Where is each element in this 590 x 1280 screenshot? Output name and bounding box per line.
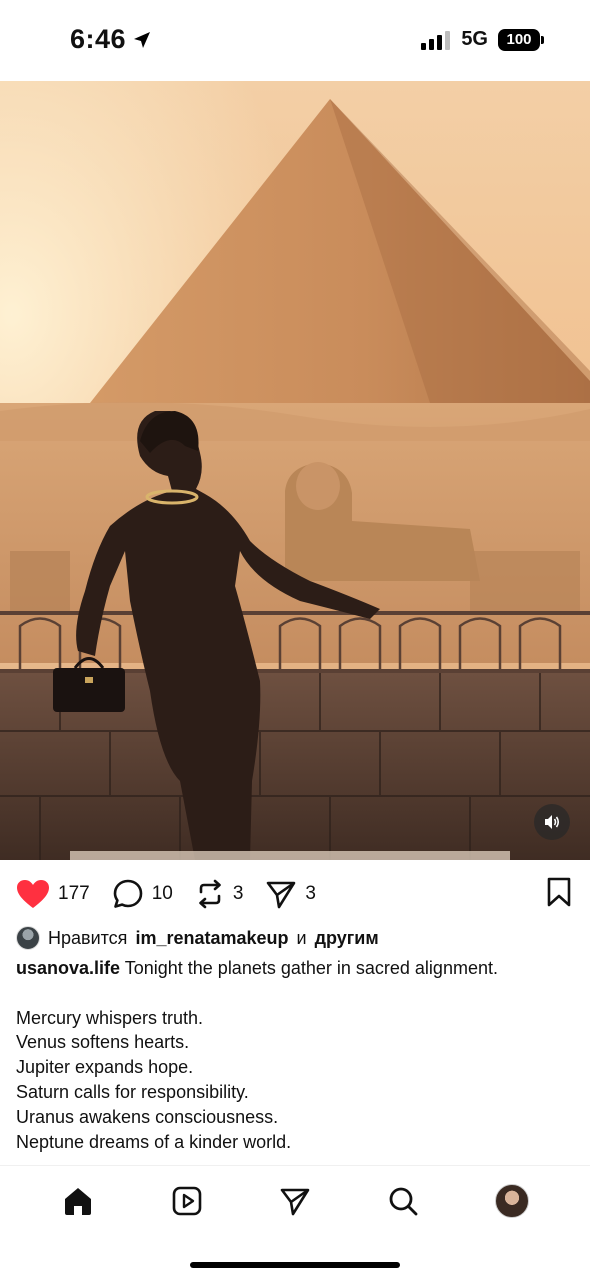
home-icon bbox=[65, 1187, 92, 1215]
status-time: 6:46 bbox=[70, 24, 152, 55]
like-button[interactable]: 177 bbox=[16, 879, 90, 909]
location-arrow-icon bbox=[134, 31, 151, 48]
profile-avatar bbox=[494, 1183, 529, 1218]
nav-direct[interactable] bbox=[273, 1179, 317, 1223]
caption-line: Neptune dreams of a kinder world. bbox=[16, 1131, 292, 1152]
caption-line: Jupiter expands hope. bbox=[16, 1057, 194, 1078]
caption-line: Mercury whispers truth. bbox=[16, 1007, 204, 1028]
likes-count: 177 bbox=[58, 883, 90, 904]
liker-username[interactable]: im_renatamakeup bbox=[135, 928, 288, 949]
send-icon bbox=[267, 881, 296, 909]
liked-by-others[interactable]: другим bbox=[315, 928, 379, 949]
search-icon bbox=[389, 1187, 418, 1215]
sound-icon bbox=[545, 815, 560, 829]
shares-count: 3 bbox=[305, 883, 316, 904]
post-actions: 177 10 3 3 bbox=[16, 876, 572, 912]
post-media[interactable] bbox=[0, 81, 590, 860]
direct-icon bbox=[280, 1188, 310, 1215]
nav-search[interactable] bbox=[381, 1179, 425, 1223]
nav-reels[interactable] bbox=[165, 1179, 209, 1223]
bookmark-icon bbox=[547, 877, 571, 906]
network-type: 5G bbox=[461, 28, 488, 50]
caption-text-first: Tonight the planets gather in sacred ali… bbox=[124, 958, 498, 978]
comment-button[interactable]: 10 bbox=[112, 878, 173, 910]
nav-home[interactable] bbox=[56, 1179, 100, 1223]
caption-first-line: usanova.life Tonight the planets gather … bbox=[16, 956, 574, 981]
save-button[interactable] bbox=[546, 877, 572, 912]
heart-filled-icon bbox=[17, 880, 49, 908]
time-text: 6:46 bbox=[70, 24, 127, 54]
nav-profile[interactable] bbox=[490, 1179, 534, 1223]
liked-by-prefix: Нравится bbox=[48, 927, 128, 948]
cellular-signal-icon bbox=[421, 30, 451, 50]
share-button[interactable]: 3 bbox=[265, 878, 316, 910]
comment-icon bbox=[113, 879, 143, 908]
post-image bbox=[0, 81, 590, 860]
reposts-count: 3 bbox=[232, 883, 244, 904]
repost-button[interactable]: 3 bbox=[195, 878, 244, 910]
caption-line: Uranus awakens consciousness. bbox=[16, 1106, 279, 1127]
bottom-nav bbox=[0, 1165, 590, 1235]
liked-by-connector: и bbox=[296, 927, 307, 948]
battery-icon: 100 bbox=[498, 28, 544, 51]
post-caption: usanova.life Tonight the planets gather … bbox=[16, 956, 574, 1154]
caption-line: Venus softens hearts. bbox=[16, 1032, 190, 1053]
caption-line: Saturn calls for responsibility. bbox=[16, 1081, 249, 1102]
status-bar: 6:46 5G 100 bbox=[0, 0, 590, 80]
author-username[interactable]: usanova.life bbox=[16, 958, 120, 978]
liker-avatar[interactable] bbox=[16, 926, 40, 950]
sound-toggle-button[interactable] bbox=[534, 804, 570, 840]
reels-icon bbox=[172, 1186, 201, 1215]
comments-count: 10 bbox=[151, 883, 173, 904]
home-indicator bbox=[190, 1262, 400, 1268]
liked-by-line: Нравится im_renatamakeup и другим bbox=[16, 926, 574, 950]
status-indicators: 5G 100 bbox=[421, 28, 544, 51]
repost-icon bbox=[199, 879, 221, 909]
battery-level: 100 bbox=[506, 31, 532, 48]
